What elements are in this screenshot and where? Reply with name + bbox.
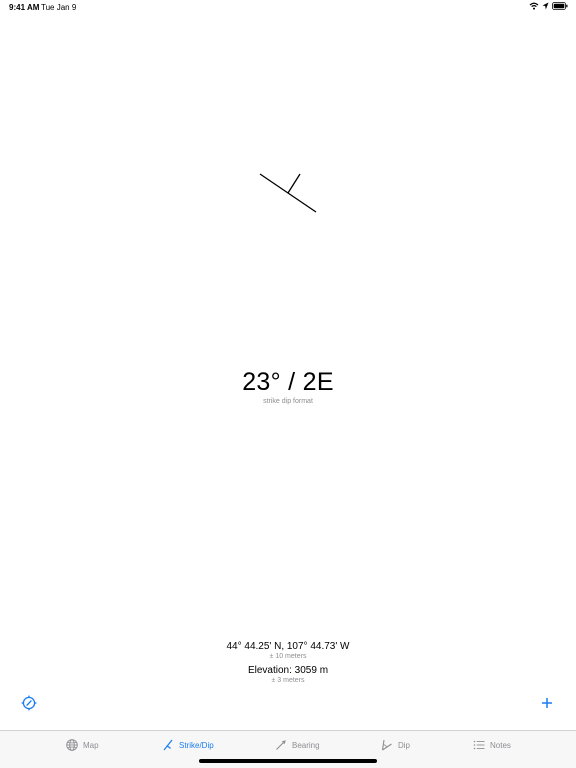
tab-map[interactable]: Map <box>66 739 99 751</box>
elevation: Elevation: 3059 m <box>247 665 329 676</box>
tab-bearing-label: Bearing <box>292 740 320 750</box>
elevation-accuracy: ± 3 meters <box>271 677 305 684</box>
tab-notes[interactable]: Notes <box>473 739 511 751</box>
tab-strike-dip[interactable]: Strike/Dip <box>162 739 214 751</box>
strike-dip-symbol <box>259 173 317 213</box>
strike-dip-reading: 23° / 2E strike dip format <box>0 368 576 405</box>
dip-icon <box>381 739 392 751</box>
bearing-icon <box>276 740 286 750</box>
plus-icon <box>542 698 552 708</box>
tab-bearing[interactable]: Bearing <box>275 739 320 751</box>
tab-notes-label: Notes <box>490 740 511 750</box>
tab-strike-dip-label: Strike/Dip <box>179 740 214 750</box>
dip-tick <box>287 173 301 194</box>
compass-settings-button[interactable] <box>21 695 37 711</box>
status-icons <box>529 2 568 10</box>
wifi-icon <box>529 2 539 10</box>
coordinates-accuracy: ± 10 meters <box>269 653 307 660</box>
location-arrow-icon <box>542 2 549 10</box>
tab-dip[interactable]: Dip <box>381 739 410 751</box>
strike-dip-format-label: strike dip format <box>263 398 313 405</box>
battery-icon <box>552 2 568 10</box>
status-date: Tue Jan 9 <box>41 3 77 12</box>
location-info: 44° 44.25' N, 107° 44.73' W ± 10 meters … <box>0 641 576 684</box>
compass-gear-icon <box>21 695 37 711</box>
coordinates: 44° 44.25' N, 107° 44.73' W <box>226 641 350 652</box>
tab-map-label: Map <box>83 740 99 750</box>
home-indicator <box>199 759 377 763</box>
globe-icon <box>66 739 78 751</box>
status-time: 9:41 AM <box>9 3 40 12</box>
strike-dip-value: 23° / 2E <box>242 368 334 396</box>
strike-dip-icon <box>163 739 173 751</box>
list-icon <box>473 740 485 750</box>
tab-dip-label: Dip <box>398 740 411 750</box>
status-bar: 9:41 AM Tue Jan 9 <box>0 0 576 16</box>
add-button[interactable] <box>539 695 555 711</box>
